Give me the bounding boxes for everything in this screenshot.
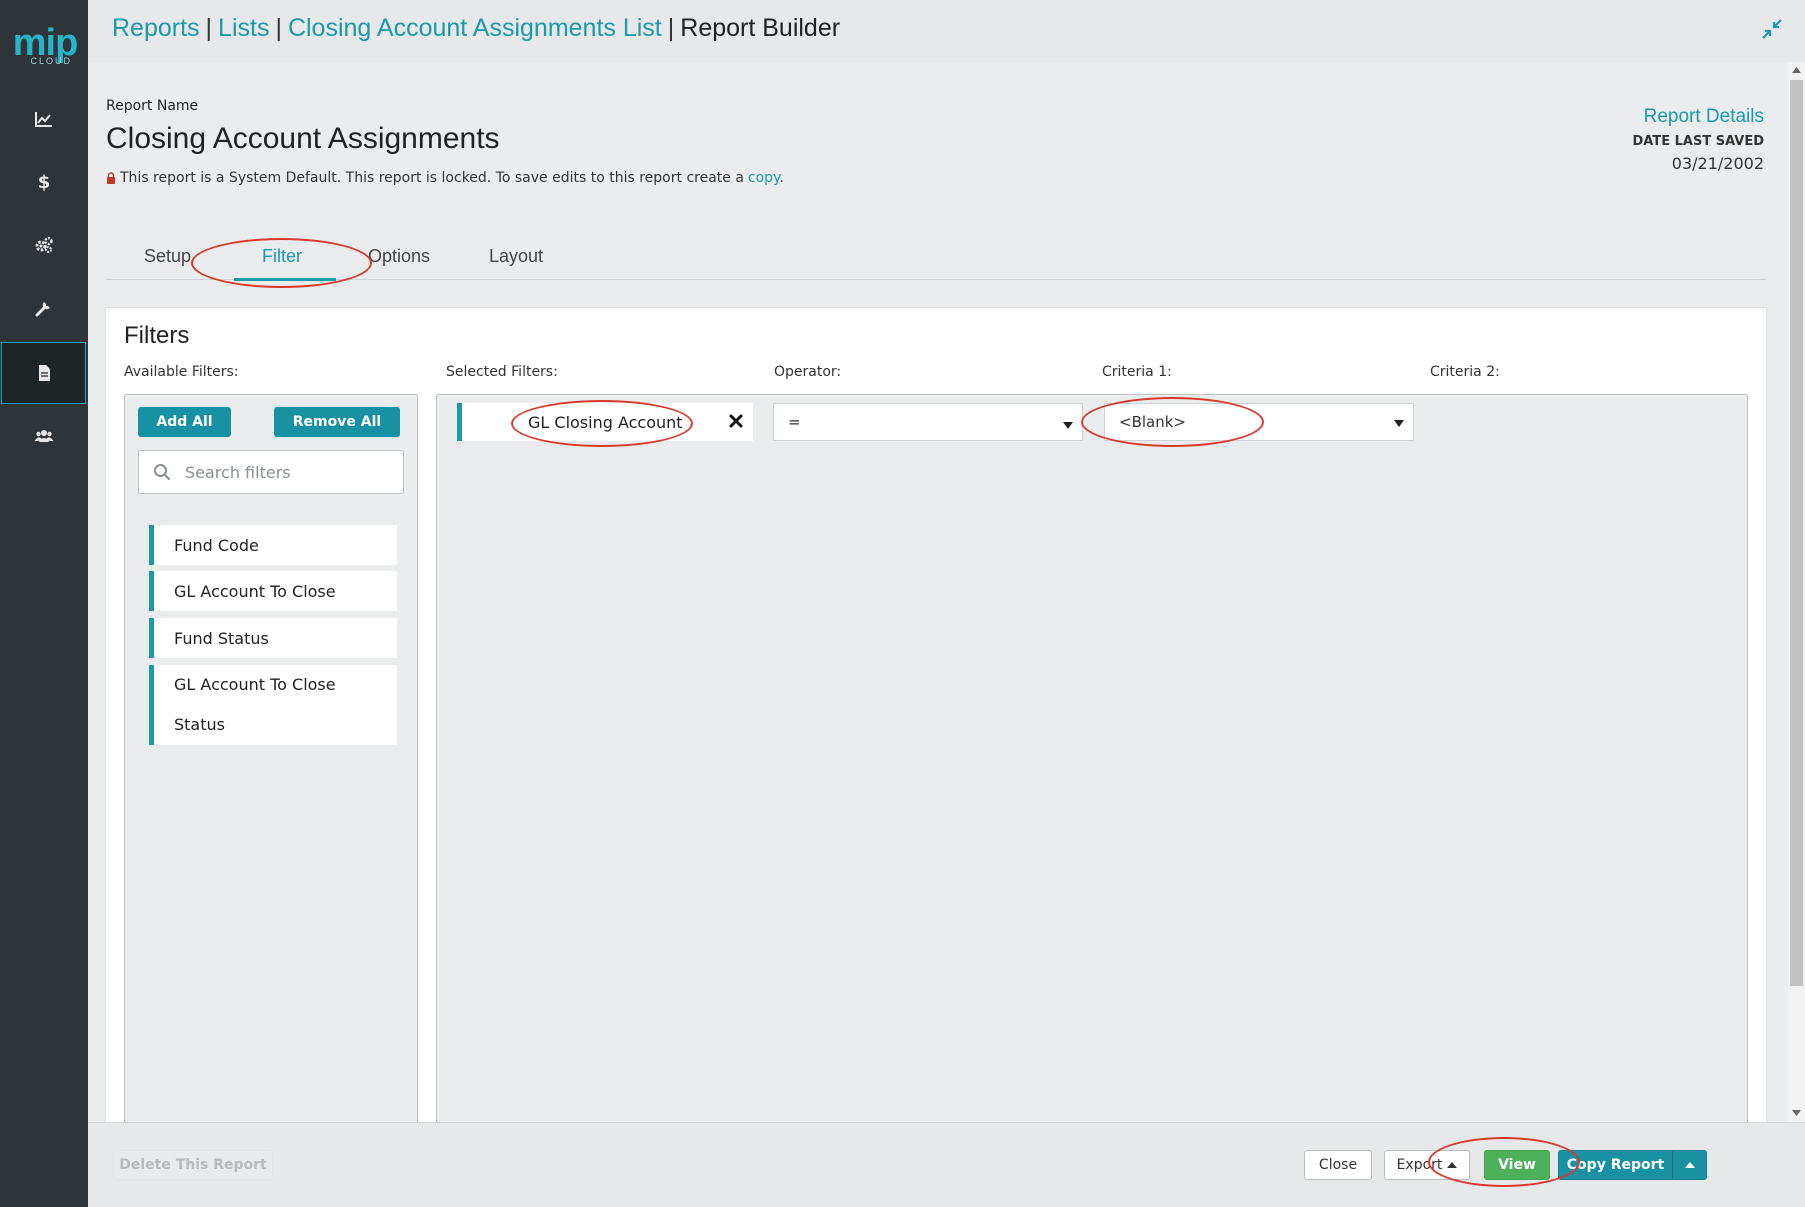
sidebar-item-settings[interactable] <box>0 214 88 276</box>
export-label: Export <box>1396 1157 1443 1173</box>
copy-report-button[interactable]: Copy Report <box>1558 1150 1707 1180</box>
selected-filters-area: GL Closing Account = <Blank> <box>436 394 1748 1122</box>
date-last-saved-label: DATE LAST SAVED <box>1632 134 1765 149</box>
main-content: Report Name Closing Account Assignments … <box>88 62 1788 1122</box>
scroll-thumb[interactable] <box>1790 80 1803 986</box>
caret-up-icon <box>1447 1162 1458 1168</box>
page-scrollbar[interactable] <box>1788 62 1805 1122</box>
filters-panel: Filters Available Filters: Selected Filt… <box>106 308 1766 1122</box>
operator-value: = <box>788 413 801 431</box>
lock-icon <box>107 172 115 184</box>
criteria-2-label: Criteria 2: <box>1430 364 1500 380</box>
selected-filters-label: Selected Filters: <box>446 364 558 380</box>
search-icon <box>154 464 171 481</box>
available-filter-gl-account-to-close-status[interactable]: GL Account To Close Status <box>149 665 397 745</box>
header: Reports | Lists | Closing Account Assignment… <box>88 0 1805 62</box>
locked-message-text: This report is a System Default. This re… <box>120 170 744 186</box>
breadcrumb-current: Report Builder <box>680 14 841 42</box>
operator-label: Operator: <box>774 364 842 380</box>
caret-up-icon <box>1684 1162 1695 1168</box>
add-all-button[interactable]: Add All <box>138 407 231 437</box>
breadcrumb-closing-account-assignments-list[interactable]: Closing Account Assignments List <box>288 14 662 42</box>
breadcrumb-separator: | <box>275 14 282 42</box>
copy-report-label: Copy Report <box>1566 1157 1665 1173</box>
tab-bar: Setup Filter Options Layout <box>106 234 1766 281</box>
dollar-icon: $ <box>37 171 51 193</box>
delete-report-button[interactable]: Delete This Report <box>113 1150 273 1180</box>
breadcrumb-reports[interactable]: Reports <box>112 14 200 42</box>
remove-filter-icon[interactable] <box>725 410 747 432</box>
search-filters-box[interactable] <box>138 450 404 494</box>
filter-item-line: Status <box>174 715 225 734</box>
criteria-1-select[interactable]: <Blank> <box>1104 403 1414 441</box>
selected-filter-label: GL Closing Account <box>528 412 683 432</box>
copy-link[interactable]: copy <box>748 170 779 186</box>
available-filter-gl-account-to-close[interactable]: GL Account To Close <box>149 571 397 611</box>
sidebar-item-dollar[interactable]: $ <box>0 151 88 213</box>
available-filters-label: Available Filters: <box>124 364 239 380</box>
users-icon <box>34 430 54 442</box>
copy-report-dropdown-toggle[interactable] <box>1672 1151 1706 1179</box>
criteria-1-value: <Blank> <box>1119 413 1186 431</box>
view-button[interactable]: View <box>1484 1150 1550 1180</box>
footer-toolbar: Delete This Report Close Export View Cop… <box>88 1122 1805 1207</box>
collapse-icon[interactable] <box>1761 18 1783 40</box>
sidebar-item-documents[interactable] <box>1 342 86 404</box>
sidebar-item-reports-chart[interactable] <box>0 88 88 150</box>
selected-filter-gl-closing-account[interactable]: GL Closing Account <box>457 403 753 441</box>
line-chart-icon <box>35 112 52 127</box>
criteria-1-label: Criteria 1: <box>1102 364 1172 380</box>
chevron-down-icon <box>1394 420 1404 427</box>
report-details-link[interactable]: Report Details <box>1644 106 1764 128</box>
locked-message-period: . <box>779 170 784 186</box>
tab-filter[interactable]: Filter <box>262 246 302 267</box>
available-filter-fund-code[interactable]: Fund Code <box>149 525 397 565</box>
remove-all-button[interactable]: Remove All <box>274 407 400 437</box>
filter-item-line: GL Account To Close <box>174 675 336 694</box>
tab-options[interactable]: Options <box>368 246 430 267</box>
scroll-up-icon[interactable] <box>1792 66 1801 75</box>
sidebar-item-users[interactable] <box>0 405 88 467</box>
tab-layout[interactable]: Layout <box>489 246 543 267</box>
wrench-icon <box>35 302 50 317</box>
breadcrumb-separator: | <box>667 14 675 42</box>
breadcrumb-lists[interactable]: Lists <box>218 14 269 42</box>
gears-icon <box>35 236 53 253</box>
locked-message: This report is a System Default. This re… <box>106 170 784 186</box>
sidebar: mip CLOUD $ <box>0 0 88 1207</box>
scroll-down-icon[interactable] <box>1792 1108 1801 1117</box>
search-input[interactable] <box>185 462 385 482</box>
breadcrumb: Reports | Lists | Closing Account Assignment… <box>112 14 840 43</box>
chevron-down-icon <box>1063 422 1073 429</box>
sidebar-item-tools[interactable] <box>0 277 88 339</box>
tab-setup[interactable]: Setup <box>144 246 191 267</box>
close-button[interactable]: Close <box>1304 1150 1372 1180</box>
report-name-label: Report Name <box>106 98 199 114</box>
active-tab-indicator <box>234 278 336 281</box>
operator-select[interactable]: = <box>773 403 1083 441</box>
report-title: Closing Account Assignments <box>106 122 500 155</box>
document-icon <box>38 365 50 381</box>
available-filters-list: Add All Remove All Fund Code GL Account … <box>124 394 418 1122</box>
date-last-saved-value: 03/21/2002 <box>1671 154 1764 173</box>
mip-cloud-logo[interactable]: mip CLOUD <box>12 24 79 70</box>
filters-title: Filters <box>124 322 190 349</box>
breadcrumb-separator: | <box>205 14 213 42</box>
available-filter-fund-status[interactable]: Fund Status <box>149 618 397 658</box>
export-button[interactable]: Export <box>1384 1150 1470 1180</box>
